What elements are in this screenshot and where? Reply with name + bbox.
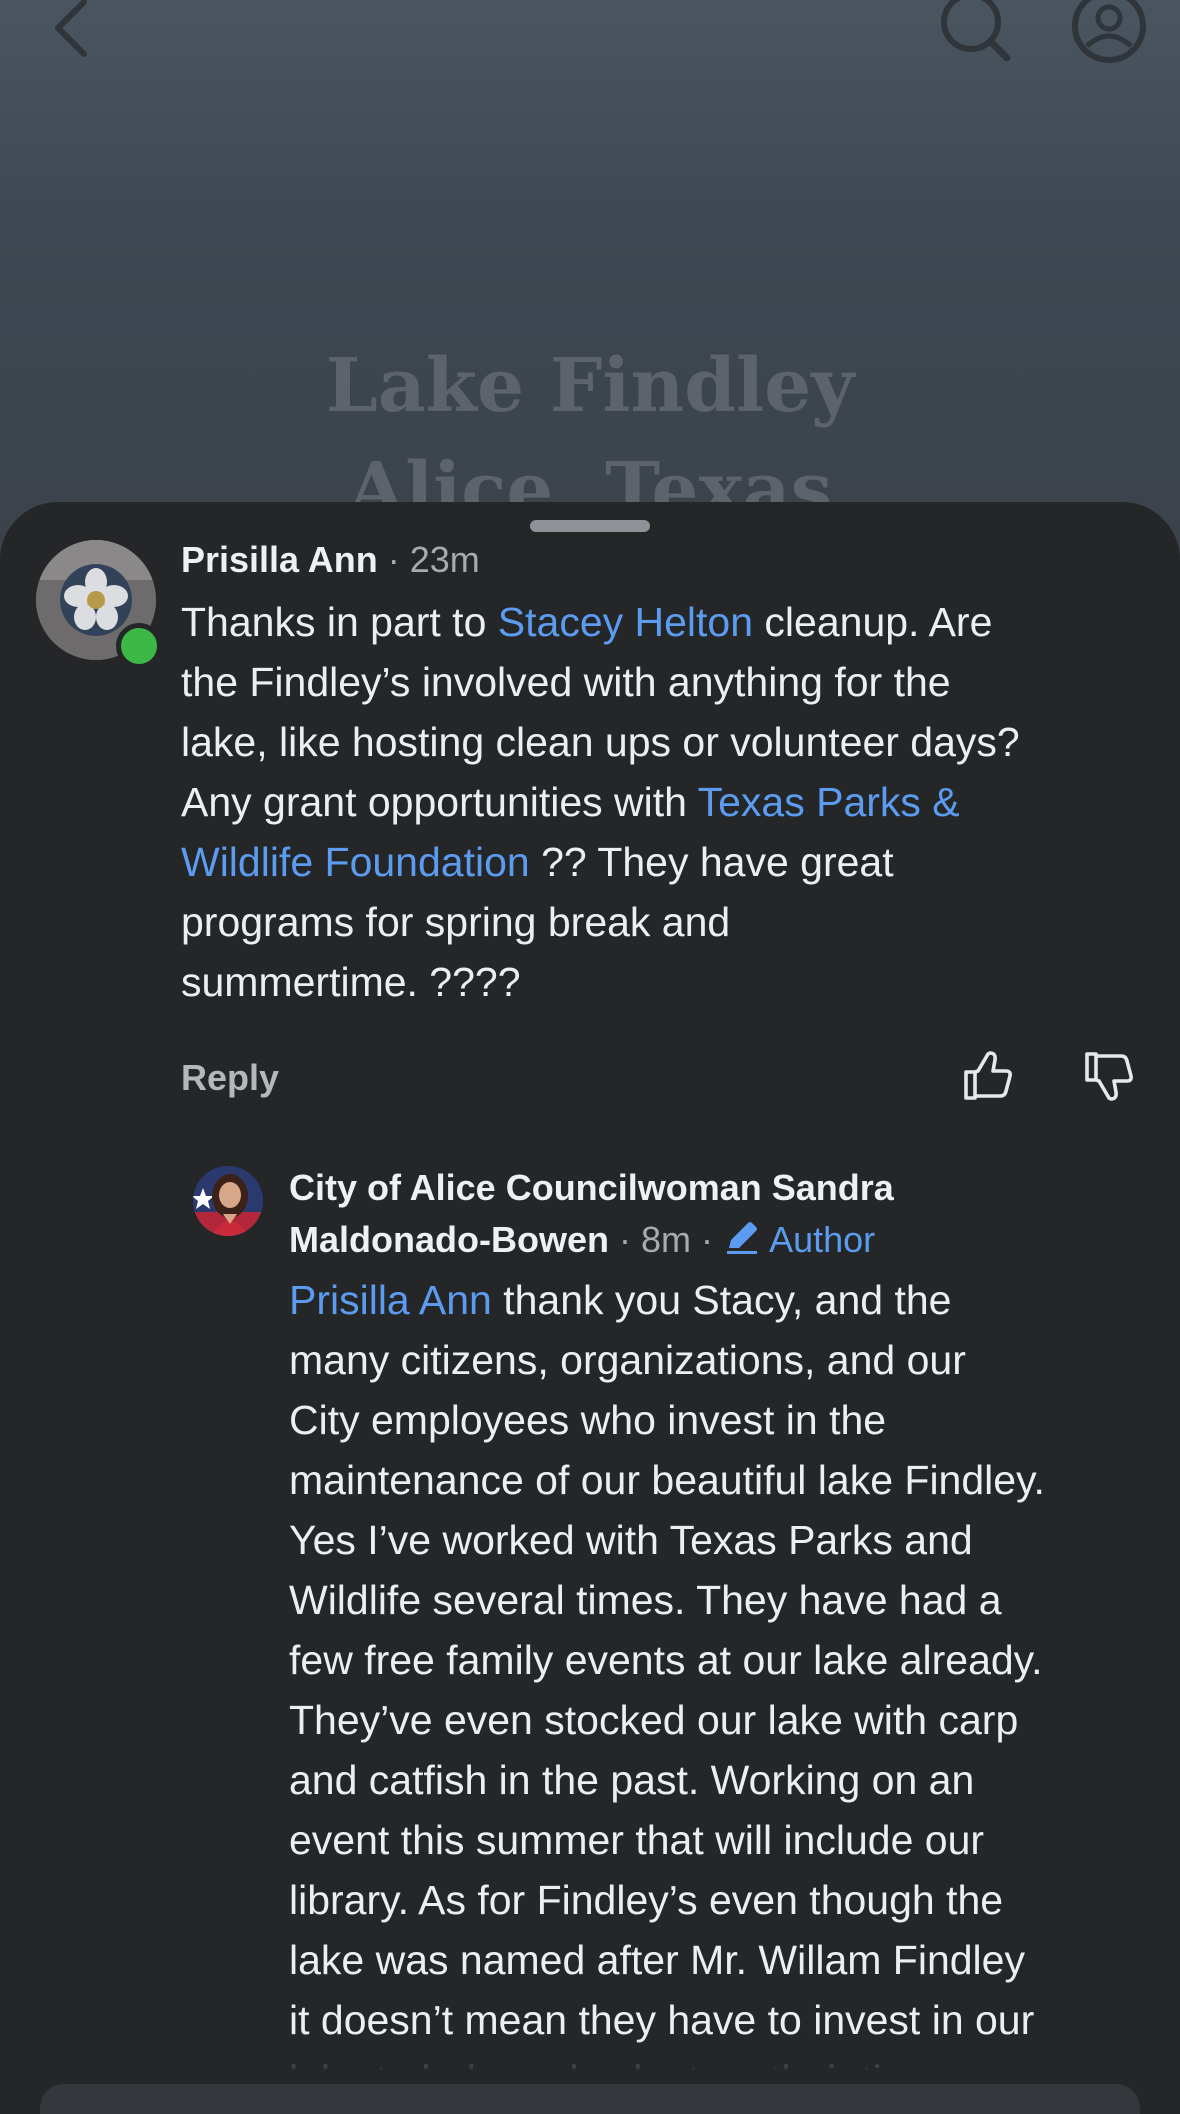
- text-line: lake, like hosting clean ups or voluntee…: [181, 712, 1020, 772]
- mention-link[interactable]: Prisilla Ann: [289, 1277, 492, 1323]
- sheet-drag-handle[interactable]: [530, 520, 650, 532]
- text-line: programs for spring break and: [181, 892, 1020, 952]
- text-segment: summertime. ????: [181, 959, 521, 1005]
- text-line: few free family events at our lake alrea…: [289, 1630, 1045, 1690]
- reply-body: Prisilla Ann thank you Stacy, and the man…: [289, 1270, 1045, 2110]
- text-segment: few free family events at our lake alrea…: [289, 1637, 1043, 1683]
- text-segment: Yes I’ve worked with Texas Parks and: [289, 1517, 973, 1563]
- text-segment: City employees who invest in the: [289, 1397, 887, 1443]
- text-line: lake was named after Mr. Willam Findley: [289, 1930, 1045, 1990]
- text-segment: programs for spring break and: [181, 899, 731, 945]
- thumbs-down-icon[interactable]: [1083, 1050, 1135, 1102]
- post-backdrop: Lake Findley Alice, Texas: [0, 0, 1180, 560]
- text-segment: ?? They have great: [529, 839, 894, 885]
- text-line: Any grant opportunities with Texas Parks…: [181, 772, 1020, 832]
- text-segment: thank you Stacy, and the: [491, 1277, 952, 1323]
- online-status-dot: [116, 623, 162, 669]
- text-line: Wildlife Foundation ?? They have great: [181, 832, 1020, 892]
- backdrop-title: Lake Findley: [325, 343, 855, 429]
- search-icon[interactable]: [935, 0, 1015, 70]
- text-segment: Any grant opportunities with: [181, 779, 698, 825]
- text-segment: library. As for Findley’s even though th…: [289, 1877, 1004, 1923]
- text-segment: lake, like hosting clean ups or voluntee…: [181, 719, 1020, 765]
- profile-icon[interactable]: [1068, 0, 1150, 72]
- author-badge: Author: [723, 1219, 875, 1260]
- text-line: summertime. ????: [181, 952, 1020, 1012]
- text-line: event this summer that will include our: [289, 1810, 1045, 1870]
- separator: ·: [701, 1219, 714, 1260]
- reply-author[interactable]: City of Alice Councilwoman Sandra: [289, 1167, 894, 1208]
- text-segment: lake was named after Mr. Willam Findley: [289, 1937, 1025, 1983]
- mention-link[interactable]: Stacey Helton: [498, 599, 753, 645]
- text-line: Thanks in part to Stacey Helton cleanup.…: [181, 592, 1020, 652]
- text-line: the Findley’s involved with anything for…: [181, 652, 1020, 712]
- mention-link[interactable]: Texas Parks &: [698, 779, 960, 825]
- text-line: City employees who invest in the: [289, 1390, 1045, 1450]
- reply-avatar-image: [193, 1166, 263, 1236]
- pencil-icon: [727, 1222, 758, 1254]
- text-segment: event this summer that will include our: [289, 1817, 985, 1863]
- text-segment: Thanks in part to: [181, 599, 498, 645]
- text-line: and catfish in the past. Working on an: [289, 1750, 1045, 1810]
- text-segment: cleanup. Are: [753, 599, 993, 645]
- chevron-left-icon[interactable]: [44, 0, 104, 60]
- thumbs-up-icon[interactable]: [962, 1050, 1014, 1102]
- mention-link[interactable]: Wildlife Foundation: [181, 839, 530, 885]
- reply-avatar[interactable]: [193, 1166, 263, 1236]
- author-badge-label: Author: [769, 1219, 876, 1260]
- text-segment: Wildlife several times. They have had a: [289, 1577, 1002, 1623]
- comment-author[interactable]: Prisilla Ann: [181, 539, 378, 580]
- separator: ·: [387, 539, 400, 580]
- text-line: Yes I’ve worked with Texas Parks and: [289, 1510, 1045, 1570]
- text-segment: many citizens, organizations, and our: [289, 1337, 966, 1383]
- reply-time: 8m: [641, 1219, 692, 1260]
- comment-input-bar[interactable]: [40, 2084, 1140, 2114]
- reply-header-line1: City of Alice Councilwoman Sandra: [289, 1166, 894, 1210]
- text-segment: it doesn’t mean they have to invest in o…: [289, 1997, 1035, 2043]
- reply-author-continued[interactable]: Maldonado-Bowen: [289, 1219, 609, 1260]
- text-line: library. As for Findley’s even though th…: [289, 1870, 1045, 1930]
- comment-time: 23m: [409, 539, 480, 580]
- text-line: Wildlife several times. They have had a: [289, 1570, 1045, 1630]
- text-segment: maintenance of our beautiful lake Findle…: [289, 1457, 1045, 1503]
- reply-header-line2: Maldonado-Bowen · 8m · Author: [289, 1218, 875, 1262]
- comment-body: Thanks in part to Stacey Helton cleanup.…: [181, 592, 1020, 1012]
- separator: ·: [619, 1219, 631, 1260]
- text-segment: the Findley’s involved with anything for…: [181, 659, 951, 705]
- comment-header: Prisilla Ann · 23m: [181, 538, 480, 582]
- text-line: They’ve even stocked our lake with carp: [289, 1690, 1045, 1750]
- text-line: Prisilla Ann thank you Stacy, and the: [289, 1270, 1045, 1330]
- text-segment: They’ve even stocked our lake with carp: [289, 1697, 1019, 1743]
- text-line: many citizens, organizations, and our: [289, 1330, 1045, 1390]
- reply-button[interactable]: Reply: [181, 1054, 279, 1102]
- text-line: maintenance of our beautiful lake Findle…: [289, 1450, 1045, 1510]
- text-segment: and catfish in the past. Working on an: [289, 1757, 975, 1803]
